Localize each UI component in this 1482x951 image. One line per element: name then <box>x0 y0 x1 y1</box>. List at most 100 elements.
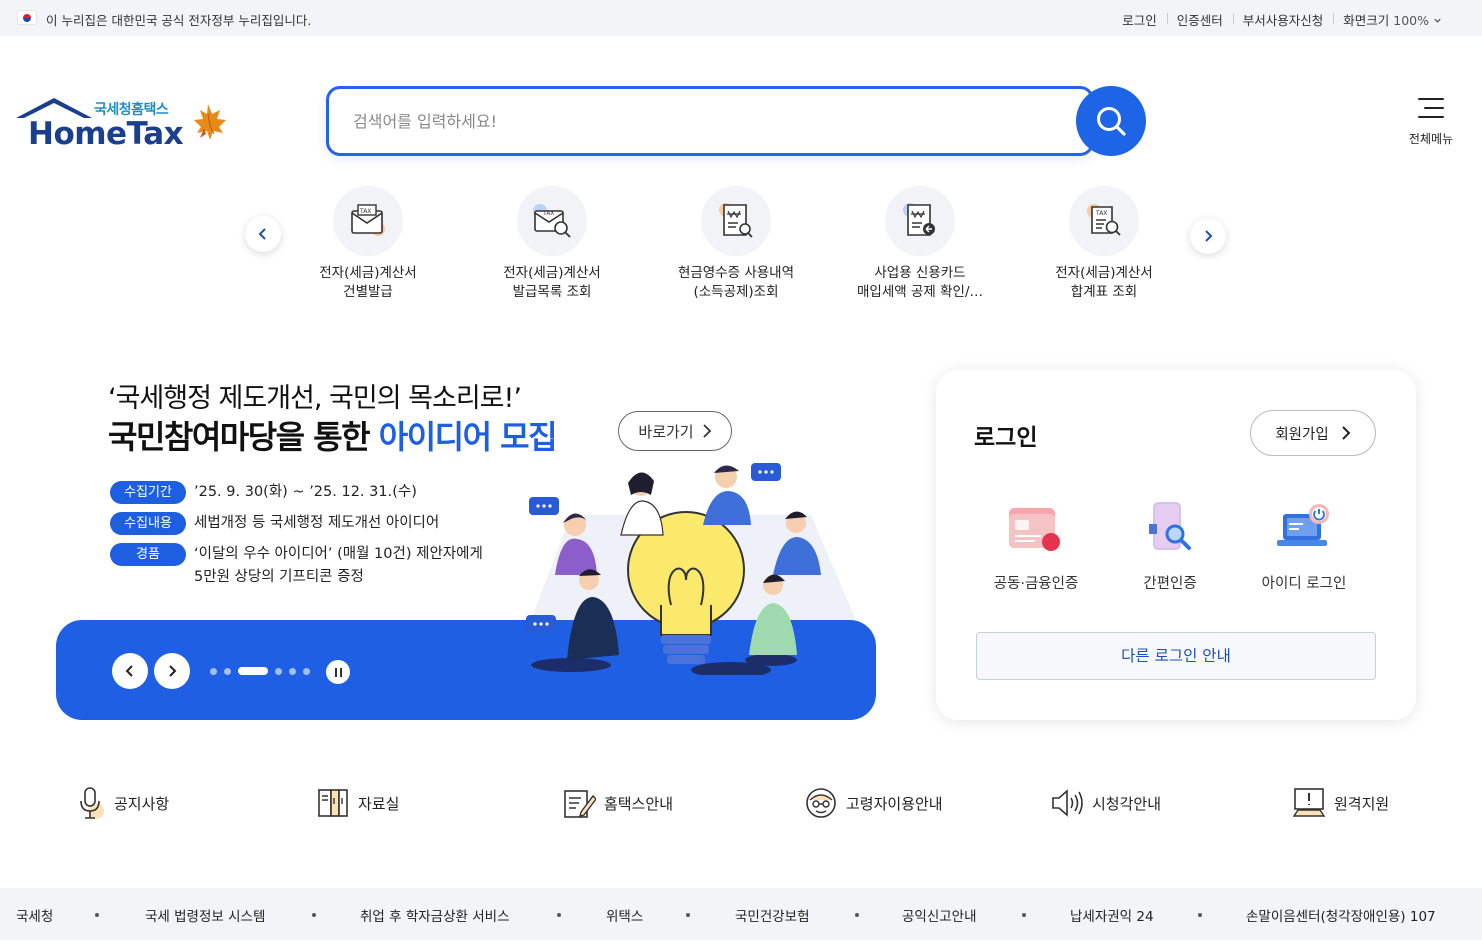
footer-link-whistleblow[interactable]: 공익신고안내 <box>902 905 977 925</box>
footer-link-law-info[interactable]: 국세 법령정보 시스템 <box>145 905 265 925</box>
login-link[interactable]: 로그인 <box>1112 10 1167 29</box>
chevron-right-icon <box>1205 230 1213 242</box>
banner-next-button[interactable] <box>154 653 190 689</box>
quick-item-tax-invoice-issue[interactable]: TAX 전자(세금)계산서 건별발급 <box>276 186 460 302</box>
pagination-dot[interactable] <box>289 667 296 675</box>
banner-go-button[interactable]: 바로가기 <box>618 411 732 451</box>
banner-info-content: 수집내용 세법개정 등 국세행정 제도개선 아이디어 <box>110 512 439 535</box>
pagination-dot[interactable] <box>224 667 231 675</box>
pause-icon <box>334 667 337 677</box>
pagination-dot[interactable] <box>303 667 310 675</box>
microphone-icon <box>80 787 104 819</box>
id-login-option[interactable]: 아이디 로그인 <box>1234 500 1374 593</box>
quick-item-business-card[interactable]: 사업용 신용카드 매입세액 공제 확인/… <box>828 186 1012 302</box>
quick-item-tax-invoice-list[interactable]: TAX 전자(세금)계산서 발급목록 조회 <box>460 186 644 302</box>
hometax-logo[interactable]: 국세청홈택스 HomeTax <box>14 96 234 156</box>
footer-link-relay-center[interactable]: 손말이음센터(청각장애인용) 107 <box>1246 905 1436 925</box>
speaker-icon <box>1052 789 1083 817</box>
simple-auth-option[interactable]: 간편인증 <box>1100 500 1240 593</box>
other-login-guide-button[interactable]: 다른 로그인 안내 <box>976 632 1376 680</box>
search-input[interactable] <box>353 107 1053 135</box>
phone-search-icon <box>1135 500 1205 560</box>
document-pen-icon <box>564 790 596 818</box>
quick-item-cash-receipt[interactable]: 현금영수증 사용내역 (소득공제)조회 <box>644 186 828 302</box>
related-sites-bar: 국세청 국세 법령정보 시스템 취업 후 학자금상환 서비스 위택스 국민건강보… <box>0 888 1482 940</box>
quick-item-label: 현금영수증 사용내역 (소득공제)조회 <box>677 265 795 300</box>
info-tag: 경품 <box>110 543 186 566</box>
service-label: 원격지원 <box>1334 794 1390 813</box>
tax-search-icon: TAX <box>517 186 587 256</box>
certificate-login-option[interactable]: 공동·금융인증 <box>966 500 1106 593</box>
dept-user-apply-link[interactable]: 부서사용자신청 <box>1232 10 1334 29</box>
banner-pause-button[interactable] <box>326 660 350 684</box>
banner-info-prize: 경품 ‘이달의 우수 아이디어’ (매월 10건) 제안자에게 5만원 상당의 기… <box>110 543 483 589</box>
pagination-dot-active[interactable] <box>238 667 268 675</box>
svg-text:TAX: TAX <box>359 208 371 215</box>
receipt-search-icon <box>701 186 771 256</box>
certificate-card-icon <box>1001 500 1071 560</box>
svg-text:TAX: TAX <box>542 210 554 217</box>
login-title: 로그인 <box>974 425 1038 451</box>
service-notice[interactable]: 공지사항 <box>76 780 169 826</box>
maple-leaf-icon <box>194 104 226 140</box>
chevron-left-icon <box>258 228 266 240</box>
service-hometax-guide[interactable]: 홈택스안내 <box>562 780 673 826</box>
banner-title: 국민참여마당을 통한 아이디어 모집 <box>108 412 558 458</box>
banner-title-accent: 아이디어 모집 <box>378 418 558 456</box>
footer-link-student-loan[interactable]: 취업 후 학자금상환 서비스 <box>360 905 510 925</box>
footer-link-wetax[interactable]: 위택스 <box>606 905 643 925</box>
separator-dot <box>1022 913 1026 917</box>
monitor-alert-icon <box>1292 788 1326 817</box>
footer-link-nhis[interactable]: 국민건강보험 <box>735 905 810 925</box>
service-audiovisual-guide[interactable]: 시청각안내 <box>1050 780 1161 826</box>
zoom-value: 100% <box>1393 13 1430 28</box>
join-label: 회원가입 <box>1275 426 1329 443</box>
main-banner: ‘국세행정 제도개선, 국민의 목소리로!’ 국민참여마당을 통한 아이디어 모… <box>56 360 876 720</box>
quick-item-label: 전자(세금)계산서 발급목록 조회 <box>503 265 601 300</box>
cert-center-link[interactable]: 인증센터 <box>1166 10 1233 29</box>
login-option-label: 간편인증 <box>1143 576 1197 592</box>
zoom-control[interactable]: 화면크기 100% <box>1333 10 1452 29</box>
separator-dot <box>95 913 99 917</box>
quick-item-tax-summary[interactable]: TAX 전자(세금)계산서 합계표 조회 <box>1012 186 1196 302</box>
banner-title-prefix: 국민참여마당을 통한 <box>108 418 379 456</box>
government-notice-text: 이 누리집은 대한민국 공식 전자정부 누리집입니다. <box>46 13 312 28</box>
svg-text:TAX: TAX <box>1095 210 1107 217</box>
pagination-dot[interactable] <box>275 667 282 675</box>
service-senior-guide[interactable]: 고령자이용안내 <box>804 780 943 826</box>
pagination-dot[interactable] <box>210 667 217 675</box>
utility-links: 로그인 인증센터 부서사용자신청 화면크기 100% <box>1112 10 1452 29</box>
join-button[interactable]: 회원가입 <box>1250 410 1376 456</box>
separator-dot <box>557 913 561 917</box>
login-panel: 로그인 회원가입 공동·금융인증 간편인증 아이디 로그인 다른 로그인 안내 <box>936 370 1416 720</box>
hamburger-icon <box>1418 98 1444 118</box>
service-remote-support[interactable]: 원격지원 <box>1292 780 1389 826</box>
korea-flag-icon <box>18 11 36 24</box>
banner-go-label: 바로가기 <box>638 422 694 441</box>
chevron-right-icon <box>702 424 711 438</box>
card-receipt-icon <box>885 186 955 256</box>
tax-summary-icon: TAX <box>1069 186 1139 256</box>
info-text: 세법개정 등 국세행정 제도개선 아이디어 <box>194 515 440 531</box>
separator-dot <box>855 913 859 917</box>
footer-link-nts[interactable]: 국세청 <box>16 905 53 925</box>
idea-lightbulb-illustration <box>526 463 856 675</box>
separator-dot <box>686 913 690 917</box>
banner-pagination <box>210 667 310 675</box>
search-box <box>326 86 1094 156</box>
footer-link-taxpayer-rights[interactable]: 납세자권익 24 <box>1070 905 1154 925</box>
full-menu-button[interactable]: 전체메뉴 <box>1400 96 1462 156</box>
banner-prev-button[interactable] <box>112 653 148 689</box>
book-shelf-icon <box>318 789 348 817</box>
service-label: 시청각안내 <box>1092 794 1162 813</box>
search-button[interactable] <box>1076 86 1146 156</box>
logo-big-text: HomeTax <box>28 116 184 152</box>
zoom-label: 화면크기 <box>1343 13 1390 28</box>
chevron-right-icon <box>1341 426 1351 440</box>
service-label: 자료실 <box>358 794 400 813</box>
quick-item-label: 전자(세금)계산서 합계표 조회 <box>1055 265 1153 300</box>
service-label: 고령자이용안내 <box>846 794 943 813</box>
service-label: 홈택스안내 <box>604 794 674 813</box>
info-tag: 수집내용 <box>110 512 186 535</box>
service-archive[interactable]: 자료실 <box>316 780 399 826</box>
